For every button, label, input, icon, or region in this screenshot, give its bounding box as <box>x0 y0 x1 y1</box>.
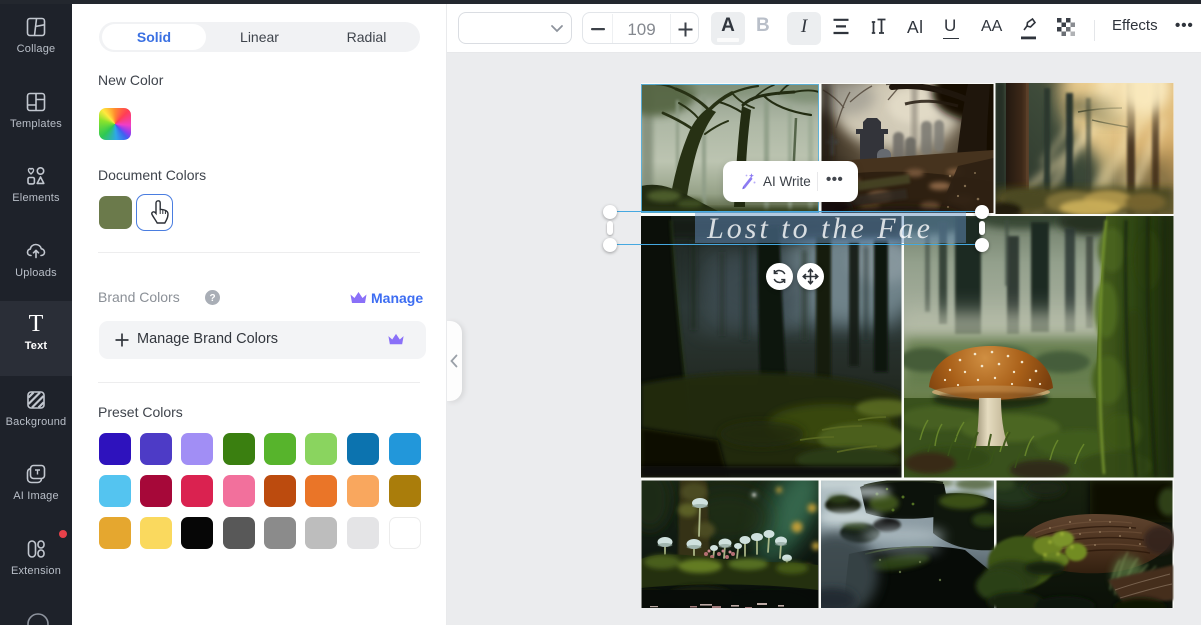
svg-text:?: ? <box>209 293 215 304</box>
svg-text:Lost to the Fae: Lost to the Fae <box>706 212 933 245</box>
